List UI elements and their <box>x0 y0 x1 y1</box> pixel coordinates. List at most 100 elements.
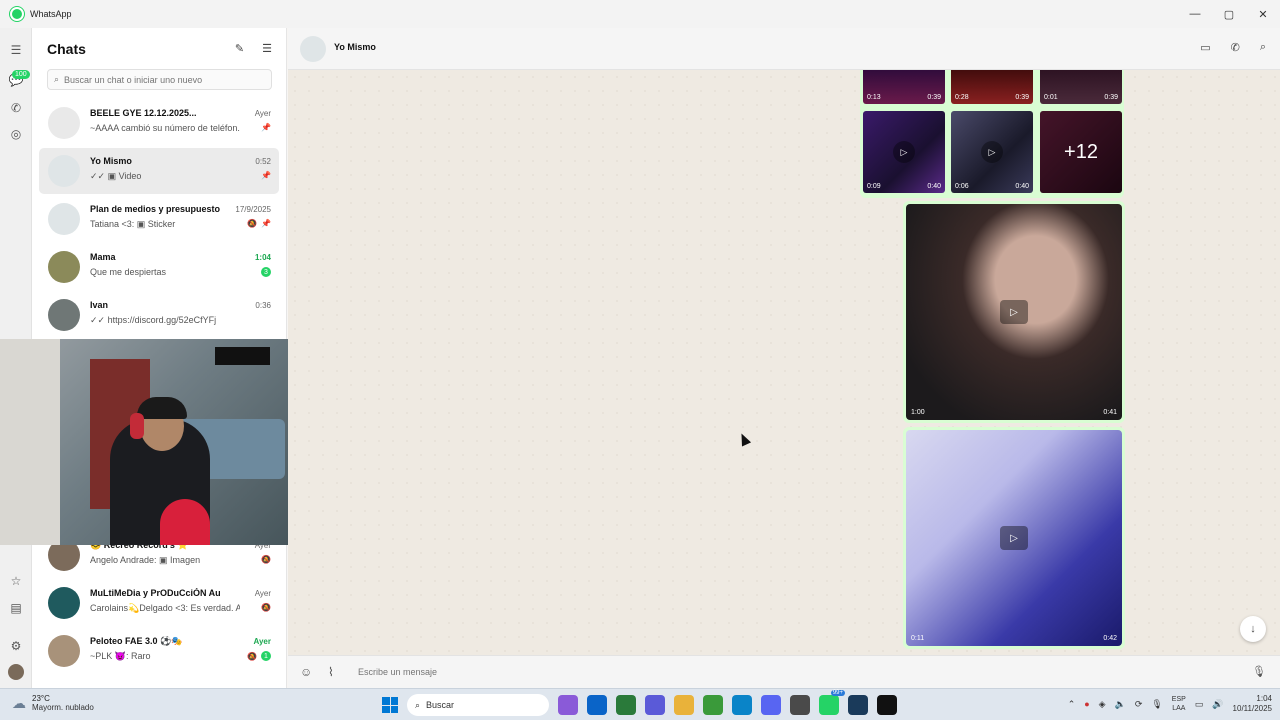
chat-preview: ~AAAA cambió su número de teléfon... <box>90 123 240 133</box>
muted-icon: 🔕 <box>261 555 271 564</box>
store-icon[interactable] <box>616 695 636 715</box>
video-call-icon[interactable]: ▭ <box>1200 41 1210 54</box>
chat-item-yo-mismo[interactable]: Yo Mismo ✓✓ ▣ Video 0:52 📌 <box>39 148 279 194</box>
muted-icon: 🔕 <box>261 603 271 612</box>
chat-preview: ✓✓ https://discord.gg/52eCfYFj <box>90 315 217 325</box>
chat-time: 0:52 <box>255 157 271 166</box>
chat-item-mama[interactable]: Mama Que me despiertas 1:04 3 <box>39 244 279 290</box>
media-tile[interactable]: ▷ 0:09 0:40 <box>863 111 945 193</box>
filter-icon[interactable]: ☰ <box>262 42 272 55</box>
chat-header-actions: ▭ ✆ ⌕ <box>1200 41 1266 54</box>
weather-temp: 23°C <box>32 694 50 703</box>
settings-icon[interactable]: ⚙ <box>8 638 24 654</box>
search-input[interactable] <box>64 74 255 85</box>
tile-duration: 0:28 <box>955 94 969 101</box>
windows-start-icon[interactable] <box>382 697 398 713</box>
avatar <box>48 107 80 139</box>
chrome-icon[interactable] <box>790 695 810 715</box>
speaker-icon[interactable]: 🔊 <box>1212 699 1223 710</box>
unread-badge: 1 <box>261 651 271 661</box>
chat-time: 17/9/2025 <box>235 205 271 214</box>
attach-icon[interactable]: ⌇ <box>328 665 334 679</box>
contact-name[interactable]: Yo Mismo <box>334 42 376 52</box>
tray-app-icon[interactable]: ● <box>1084 699 1089 709</box>
taskbar-apps: ⌕ Buscar 99+ <box>382 690 897 716</box>
search-icon[interactable]: ⌕ <box>1260 41 1266 54</box>
chat-name: BEELE GYE 12.12.2025... <box>90 108 197 118</box>
search-box[interactable]: ⌕ <box>47 69 272 90</box>
chats-heading: Chats <box>47 41 86 57</box>
message-composer: ☺ ⌇ 🎙 <box>288 655 1280 688</box>
conversation-panel[interactable]: 0:13 0:39 0:28 0:39 0:01 0:39 ▷ 0:09 0:4… <box>288 70 1280 655</box>
microphone-icon[interactable]: 🎙 <box>1252 665 1266 678</box>
chat-time: Ayer <box>254 109 271 118</box>
chat-item-ivan[interactable]: Ivan ✓✓ https://discord.gg/52eCfYFj 0:36 <box>39 292 279 338</box>
volume-icon[interactable]: 🔈 <box>1115 699 1126 710</box>
close-button[interactable]: ✕ <box>1246 0 1280 28</box>
system-clock[interactable]: 1:04 10/11/2025 <box>1233 694 1272 714</box>
capcut-icon[interactable] <box>877 695 897 715</box>
menu-icon[interactable]: ☰ <box>8 42 24 58</box>
teams-icon[interactable] <box>645 695 665 715</box>
weather-widget[interactable]: ☁ 23°C Mayorm. nublado <box>12 694 94 712</box>
window-controls: — ▢ ✕ <box>1178 0 1280 28</box>
starred-icon[interactable]: ☆ <box>8 573 24 589</box>
taskbar-search[interactable]: ⌕ Buscar <box>407 694 549 716</box>
edge-icon[interactable] <box>732 695 752 715</box>
chat-item-plan-medios[interactable]: Plan de medios y presupuesto Tatiana <3:… <box>39 196 279 242</box>
copilot-icon[interactable] <box>558 695 578 715</box>
play-icon[interactable]: ▷ <box>1000 526 1028 550</box>
chats-unread-badge: 100 <box>12 70 30 79</box>
whatsapp-logo-icon <box>10 7 24 21</box>
chat-time: 1:04 <box>254 253 271 262</box>
microphone-icon[interactable]: 🎙 <box>1151 699 1162 710</box>
maximize-button[interactable]: ▢ <box>1212 0 1246 28</box>
contact-avatar[interactable] <box>300 36 326 62</box>
chevron-up-icon[interactable]: ⌃ <box>1068 699 1076 710</box>
video-duration: 1:00 <box>911 409 925 416</box>
play-icon[interactable]: ▷ <box>1000 300 1028 324</box>
media-tile[interactable]: 0:28 0:39 <box>951 70 1033 104</box>
chat-item-peloteo[interactable]: Peloteo FAE 3.0 ⚽🎭 ~PLK 😈: Raro Ayer 🔕 1 <box>39 628 279 674</box>
video-message-2[interactable]: ▷ 0:11 0:42 <box>903 427 1125 649</box>
voice-call-icon[interactable]: ✆ <box>1231 41 1240 54</box>
chat-item-beele[interactable]: BEELE GYE 12.12.2025... ~AAAA cambió su … <box>39 100 279 146</box>
scroll-to-bottom-button[interactable]: ↓ <box>1240 616 1266 642</box>
minimize-button[interactable]: — <box>1178 0 1212 28</box>
media-tile[interactable]: 0:01 0:39 <box>1040 70 1122 104</box>
chat-name: Mama <box>90 252 116 262</box>
file-explorer-icon[interactable] <box>674 695 694 715</box>
discord-icon[interactable] <box>761 695 781 715</box>
sync-icon[interactable]: ⟳ <box>1135 699 1143 710</box>
tile-time: 0:40 <box>927 183 941 190</box>
video-message-1[interactable]: ▷ 1:00 0:41 <box>903 201 1125 423</box>
steam-tray-icon[interactable]: ◈ <box>1099 699 1106 710</box>
profile-avatar[interactable] <box>8 664 24 680</box>
media-tile[interactable]: 0:13 0:39 <box>863 70 945 104</box>
avatar <box>48 155 80 187</box>
steam-icon[interactable] <box>848 695 868 715</box>
network-icon[interactable]: ▭ <box>1195 699 1204 710</box>
language-indicator[interactable]: ESP LAA <box>1172 695 1186 713</box>
more-media-tile[interactable]: +12 <box>1040 111 1122 193</box>
status-icon[interactable]: ◎ <box>8 126 24 142</box>
nvidia-icon[interactable] <box>703 695 723 715</box>
new-chat-icon[interactable]: ✎ <box>235 42 244 55</box>
tile-time: 0:40 <box>1015 183 1029 190</box>
media-tile[interactable]: ▷ 0:06 0:40 <box>951 111 1033 193</box>
archive-icon[interactable]: ▤ <box>8 600 24 616</box>
whatsapp-taskbar-icon[interactable]: 99+ <box>819 690 845 715</box>
play-icon: ▷ <box>893 141 915 163</box>
chat-preview: Carolains💫Delgado <3: Es verdad. Asi... <box>90 603 240 613</box>
message-input[interactable] <box>358 663 1238 681</box>
outlook-icon[interactable] <box>587 695 607 715</box>
lang-layout: LAA <box>1172 705 1186 712</box>
chat-item-multimedia[interactable]: MuLtiMeDia y PrODuCciÓN AuDi... Carolain… <box>39 580 279 626</box>
emoji-icon[interactable]: ☺ <box>300 665 312 679</box>
cloud-icon: ☁ <box>12 694 26 711</box>
chat-time: Ayer <box>253 637 272 646</box>
tile-time: 0:39 <box>927 94 941 101</box>
avatar <box>48 299 80 331</box>
calls-icon[interactable]: ✆ <box>8 100 24 116</box>
chat-name: Peloteo FAE 3.0 ⚽🎭 <box>90 636 183 646</box>
